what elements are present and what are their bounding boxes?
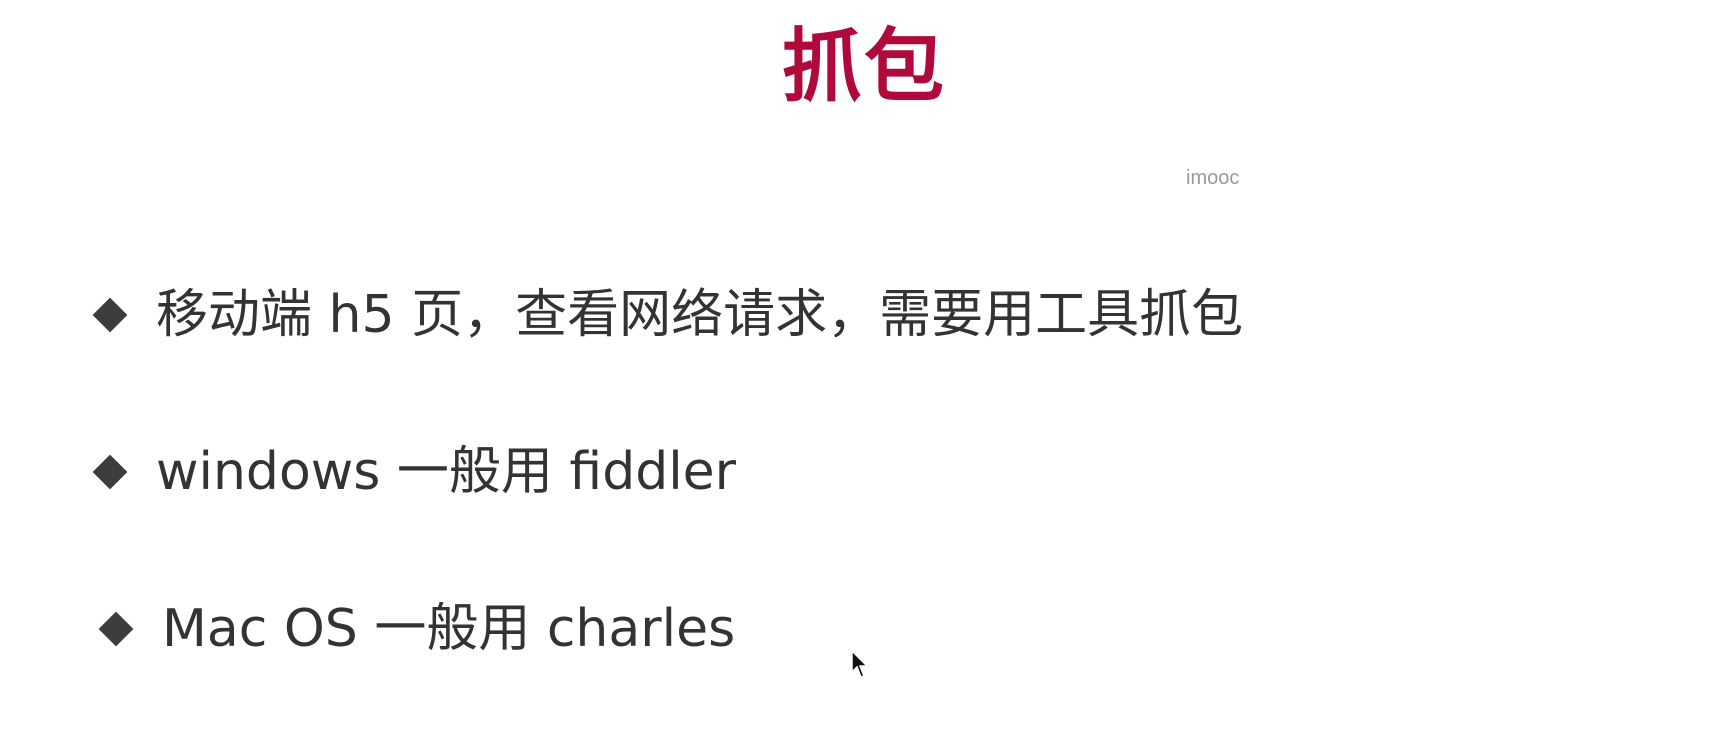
bullet-item: windows 一般用 fiddler xyxy=(86,437,736,507)
diamond-bullet-icon xyxy=(92,454,128,490)
watermark-label: imooc xyxy=(1186,167,1240,189)
mouse-pointer-icon xyxy=(851,650,869,678)
diamond-bullet-icon xyxy=(92,297,128,333)
bullet-text: windows 一般用 fiddler xyxy=(156,442,737,502)
slide-title: 抓包 xyxy=(782,20,946,113)
bullet-text: Mac OS 一般用 charles xyxy=(162,599,736,659)
bullet-item: 移动端 h5 页，查看网络请求，需要用工具抓包 xyxy=(86,280,1243,350)
bullet-text: 移动端 h5 页，查看网络请求，需要用工具抓包 xyxy=(156,285,1244,345)
presentation-slide: 抓包 imooc 移动端 h5 页，查看网络请求，需要用工具抓包 windows… xyxy=(0,0,1728,741)
diamond-bullet-icon xyxy=(98,611,134,647)
bullet-item: Mac OS 一般用 charles xyxy=(92,594,735,664)
